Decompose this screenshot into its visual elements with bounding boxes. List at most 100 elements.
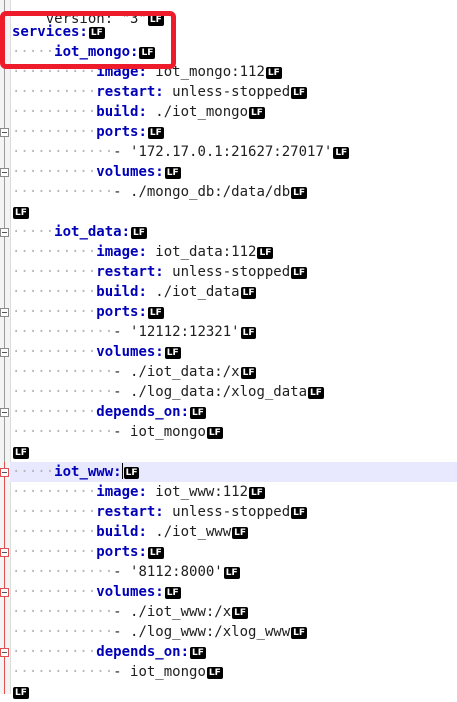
code-line[interactable]: ··········depends_on: LF — [12, 402, 206, 422]
fold-toggle-icon[interactable] — [0, 128, 9, 137]
fold-toggle-icon[interactable] — [0, 468, 9, 477]
yaml-key: build: — [96, 524, 147, 540]
code-line[interactable]: LF — [12, 682, 29, 702]
indent-guide: ············ — [12, 624, 114, 640]
indent-guide: ·········· — [12, 304, 97, 320]
indent-guide: ············ — [12, 144, 114, 160]
eol-marker: LF — [147, 127, 164, 139]
code-line[interactable]: ··········restart: unless-stopped LF — [12, 502, 308, 522]
fold-gutter — [0, 0, 11, 694]
code-line[interactable]: ··········depends_on: LF — [12, 642, 206, 662]
highlight-annotation-box — [0, 11, 176, 69]
indent-guide: ·········· — [12, 284, 97, 300]
code-line[interactable]: ··········volumes: LF — [12, 162, 181, 182]
yaml-key: build: — [96, 284, 147, 300]
eol-marker: LF — [240, 327, 257, 339]
fold-toggle-icon[interactable] — [0, 228, 9, 237]
fold-toggle-icon[interactable] — [0, 408, 9, 417]
code-line[interactable]: ··········volumes: LF — [12, 342, 181, 362]
code-line[interactable]: ··········build: ./iot_www LF — [12, 522, 249, 542]
code-line[interactable]: ··········build: ./iot_mongo LF — [12, 102, 265, 122]
yaml-key: ports: — [96, 304, 147, 320]
indent-guide: ·········· — [12, 584, 97, 600]
code-line[interactable]: ············- iot_mongo LF — [12, 422, 223, 442]
yaml-key: iot_data: — [54, 224, 131, 240]
yaml-key: restart: — [96, 84, 164, 100]
code-line[interactable]: ············- ./log_www:/xlog_www LF — [12, 622, 308, 642]
eol-marker: LF — [232, 607, 249, 619]
fold-toggle-icon[interactable] — [0, 648, 9, 657]
eol-marker: LF — [190, 647, 206, 659]
yaml-value: - ./log_www:/xlog_www — [113, 624, 291, 640]
code-line[interactable]: ·····iot_data: LF — [12, 222, 147, 242]
indent-guide: ············ — [12, 384, 114, 400]
yaml-value: - '172.17.0.1:21627:27017' — [113, 144, 333, 160]
indent-guide: ·········· — [12, 484, 97, 500]
indent-guide: ·········· — [12, 244, 97, 260]
indent-guide: ·········· — [12, 104, 97, 120]
code-line[interactable]: ············- ./mongo_db:/data/db LF — [12, 182, 308, 202]
yaml-key: iot_www: — [54, 464, 122, 480]
yaml-value: unless-stopped — [163, 504, 291, 520]
code-line[interactable]: ··········restart: unless-stopped LF — [12, 82, 308, 102]
eol-marker: LF — [206, 427, 223, 439]
fold-toggle-icon[interactable] — [0, 588, 9, 597]
fold-guide-active — [4, 462, 5, 694]
code-line[interactable]: LF — [12, 202, 29, 222]
code-line[interactable]: ··········ports: LF — [12, 302, 164, 322]
indent-guide: ············ — [12, 324, 114, 340]
eol-marker: LF — [291, 187, 308, 199]
code-line[interactable]: ············- '8112:8000' LF — [12, 562, 240, 582]
fold-toggle-icon[interactable] — [0, 168, 9, 177]
yaml-key: volumes: — [96, 164, 164, 180]
code-line[interactable]: ·····iot_www: LF — [10, 462, 457, 482]
code-line[interactable]: ············- iot_mongo LF — [12, 662, 223, 682]
eol-marker: LF — [13, 447, 29, 459]
indent-guide: ·········· — [12, 404, 97, 420]
fold-toggle-icon[interactable] — [0, 548, 9, 557]
code-line[interactable]: ··········volumes: LF — [12, 582, 181, 602]
eol-marker: LF — [291, 87, 308, 99]
eol-marker: LF — [232, 527, 249, 539]
indent-guide: ············ — [12, 184, 114, 200]
yaml-key: volumes: — [96, 584, 164, 600]
code-line[interactable]: LF — [12, 442, 29, 462]
yaml-key: depends_on: — [96, 644, 190, 660]
indent-guide: ············ — [12, 604, 114, 620]
code-line[interactable]: ··········ports: LF — [12, 542, 164, 562]
code-line[interactable]: ············- '12112:12321' LF — [12, 322, 257, 342]
text-cursor — [121, 463, 123, 479]
code-line[interactable]: ··········image: iot_www:112 LF — [12, 482, 265, 502]
eol-marker: LF — [291, 267, 308, 279]
code-line[interactable]: ··········ports: LF — [12, 122, 164, 142]
code-line[interactable]: ··········image: iot_data:112 LF — [12, 242, 274, 262]
eol-marker: LF — [147, 307, 164, 319]
fold-toggle-icon[interactable] — [0, 348, 9, 357]
yaml-value: ./iot_data — [146, 284, 240, 300]
code-line[interactable]: ············- ./log_data:/xlog_data LF — [12, 382, 324, 402]
indent-guide: ············ — [12, 564, 114, 580]
yaml-value: unless-stopped — [163, 264, 291, 280]
code-editor[interactable]: version: "3" LF services: LF ·····iot_mongo… — [0, 0, 457, 699]
yaml-key: image: — [96, 484, 147, 500]
indent-guide: ·········· — [12, 84, 97, 100]
yaml-key: build: — [96, 104, 147, 120]
code-line[interactable]: ············- ./iot_data:/x LF — [12, 362, 257, 382]
yaml-value: - ./iot_data:/x — [113, 364, 240, 380]
code-line[interactable]: ············- '172.17.0.1:21627:27017' LF — [12, 142, 350, 162]
eol-marker: LF — [190, 407, 206, 419]
eol-marker: LF — [13, 207, 29, 219]
indent-guide: ············ — [12, 364, 114, 380]
indent-guide: ·········· — [12, 344, 97, 360]
eol-marker: LF — [206, 667, 223, 679]
code-line[interactable]: ··········build: ./iot_data LF — [12, 282, 257, 302]
eol-marker: LF — [308, 387, 324, 399]
eol-marker: LF — [13, 687, 29, 699]
code-line[interactable]: ··········restart: unless-stopped LF — [12, 262, 308, 282]
code-line[interactable]: ············- ./iot_www:/x LF — [12, 602, 249, 622]
yaml-key: ports: — [96, 124, 147, 140]
eol-marker: LF — [291, 627, 308, 639]
yaml-value: - ./mongo_db:/data/db — [113, 184, 291, 200]
indent-guide: ·········· — [12, 524, 97, 540]
fold-toggle-icon[interactable] — [0, 308, 9, 317]
